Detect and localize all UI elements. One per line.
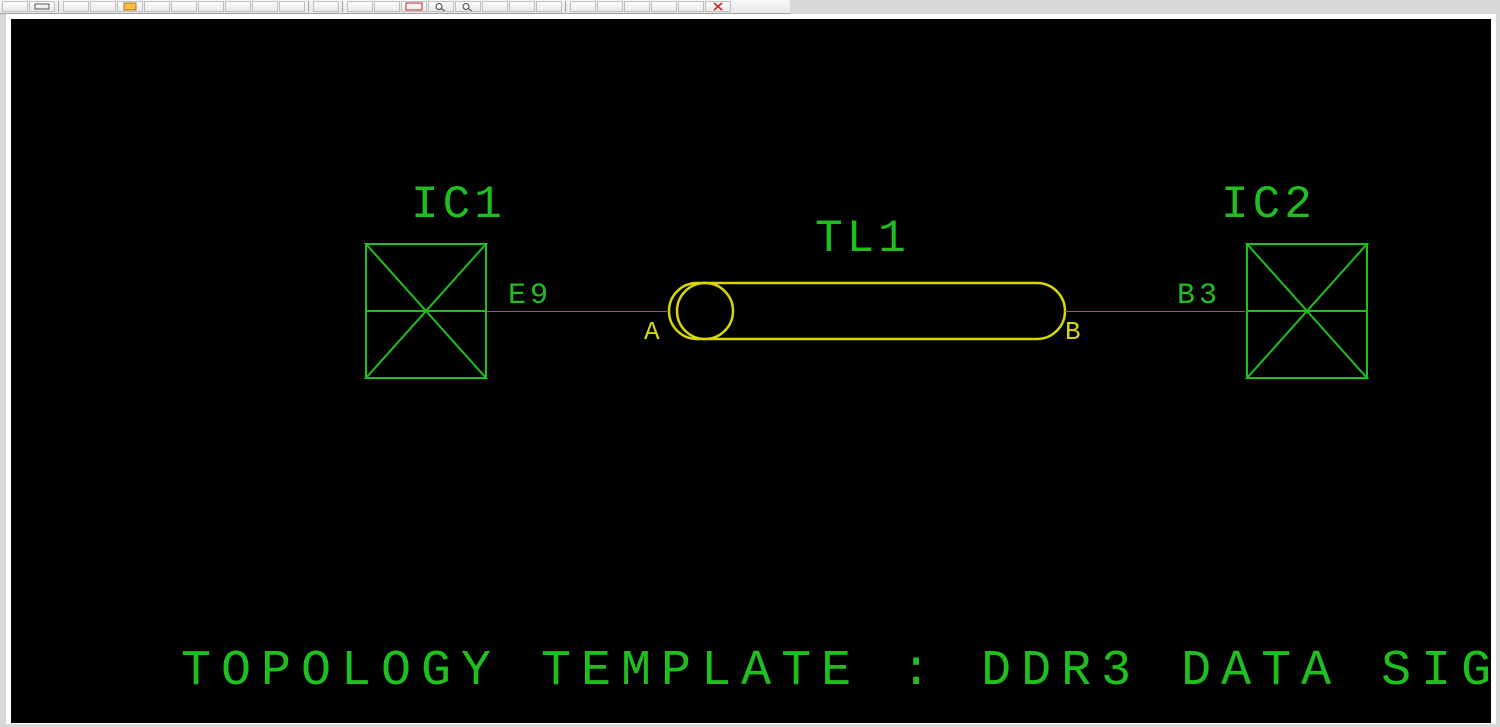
toolbar-button[interactable] — [29, 1, 55, 12]
toolbar-button[interactable] — [117, 1, 143, 12]
tl1-portb-label: B — [1065, 317, 1085, 347]
toolbar-button[interactable] — [225, 1, 251, 12]
tl1-symbol[interactable] — [667, 281, 1067, 346]
toolbar-button[interactable] — [509, 1, 535, 12]
toolbar-button[interactable] — [252, 1, 278, 12]
toolbar-button[interactable] — [347, 1, 373, 12]
tl1-porta-label: A — [644, 317, 664, 347]
toolbar-button[interactable] — [313, 1, 339, 12]
ic1-symbol[interactable] — [363, 241, 493, 386]
toolbar-button[interactable] — [536, 1, 562, 12]
toolbar-button[interactable] — [171, 1, 197, 12]
toolbar-separator — [565, 1, 568, 12]
wire-ic1-to-tl1 — [487, 311, 667, 312]
ic1-ref-label: IC1 — [411, 179, 506, 231]
toolbar-button[interactable] — [597, 1, 623, 12]
toolbar-button[interactable] — [401, 1, 427, 12]
ic2-symbol[interactable] — [1244, 241, 1374, 386]
toolbar-button[interactable] — [63, 1, 89, 12]
toolbar-button-close[interactable] — [705, 1, 731, 12]
toolbar-separator — [308, 1, 311, 12]
tl1-ref-label: TL1 — [815, 213, 910, 265]
toolbar-button[interactable] — [144, 1, 170, 12]
toolbar-button[interactable] — [279, 1, 305, 12]
toolbar-button[interactable] — [374, 1, 400, 12]
toolbar-separator — [342, 1, 345, 12]
ic1-pin-label: E9 — [508, 279, 552, 313]
canvas-frame: IC1 E9 TL1 A B — [6, 14, 1496, 724]
schematic-canvas[interactable]: IC1 E9 TL1 A B — [11, 19, 1491, 723]
toolbar-button[interactable] — [198, 1, 224, 12]
toolbar-button[interactable] — [624, 1, 650, 12]
toolbar-button[interactable] — [90, 1, 116, 12]
toolbar — [0, 0, 790, 14]
toolbar-button-zoom-in[interactable] — [428, 1, 454, 12]
toolbar-button[interactable] — [678, 1, 704, 12]
ic2-pin-label: B3 — [1177, 279, 1221, 313]
toolbar-button[interactable] — [570, 1, 596, 12]
toolbar-button-zoom-out[interactable] — [455, 1, 481, 12]
toolbar-button[interactable] — [482, 1, 508, 12]
topology-title: TOPOLOGY TEMPLATE : DDR3 DATA SIGNALS — [181, 643, 1500, 700]
toolbar-button[interactable] — [2, 1, 28, 12]
ic2-ref-label: IC2 — [1221, 179, 1316, 231]
toolbar-button[interactable] — [651, 1, 677, 12]
toolbar-separator — [58, 1, 61, 12]
